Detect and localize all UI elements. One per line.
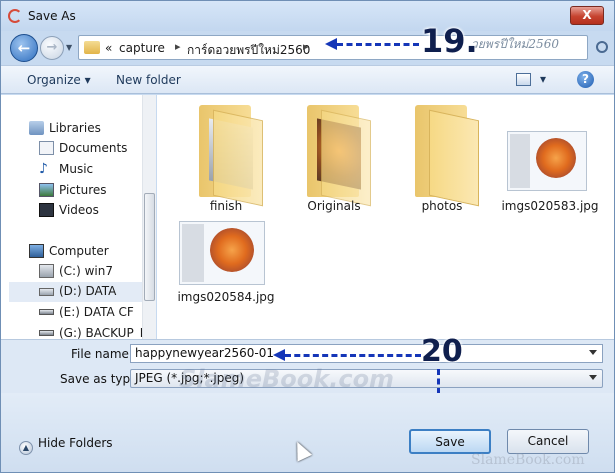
window-title: Save As [28,9,76,23]
nav-item-pictures[interactable]: Pictures [39,181,139,201]
drive-icon [39,288,54,296]
folder-item-originals[interactable]: Originals [279,95,389,215]
folder-item-finish[interactable]: finish [171,95,281,215]
annotation-step-19: 19. [421,22,478,60]
annotation-arrow-line [337,43,419,46]
save-button[interactable]: Save [409,429,491,454]
breadcrumb-separator-icon[interactable]: ▸ [303,40,309,53]
file-label: Originals [307,199,361,213]
nav-item-libraries[interactable]: Libraries [29,119,139,139]
nav-item-videos[interactable]: Videos [39,201,139,221]
music-icon: ♪ [39,161,48,177]
forward-button[interactable]: → [40,36,64,60]
nav-item-drive-g[interactable]: (G:) BACKUP_DI [39,324,152,339]
save-as-type-dropdown-icon [589,375,597,380]
scrollbar-thumb[interactable] [144,193,155,301]
libraries-icon [29,121,44,135]
search-input[interactable]: วยพรปีใหม่2560 [471,35,559,54]
watermark-text: SlameBook.com [471,452,585,468]
search-icon[interactable] [596,41,608,53]
annotation-arrow-head-icon [325,38,337,50]
file-label: imgs020584.jpg [177,290,275,304]
drive-icon [39,330,54,336]
nav-item-drive-c[interactable]: (C:) win7 [39,262,139,282]
file-name-label: File name: [71,347,133,361]
folder-icon [84,41,100,54]
pictures-icon [39,183,54,197]
view-options-dropdown-icon[interactable]: ▾ [540,72,546,86]
breadcrumb-separator-icon[interactable]: ▸ [175,40,181,53]
image-thumbnail [507,131,587,191]
help-icon[interactable]: ? [577,71,594,88]
navigation-bar: ← → ▼ « capture ▸ การ์ดอวยพรปีใหม่2560 ▸… [1,31,614,65]
file-label: photos [421,199,463,213]
nav-item-computer[interactable]: Computer [29,242,139,262]
back-button[interactable]: ← [10,34,38,62]
close-button[interactable]: X [570,6,604,25]
nav-item-documents[interactable]: Documents [39,139,139,159]
system-drive-icon [39,264,54,278]
drive-icon [39,309,54,315]
annotation-arrow-line [285,354,421,357]
computer-icon [29,244,44,258]
title-bar: Save As X [1,1,614,31]
file-list: finish Originals photos imgs020583.jpg i… [157,95,614,339]
file-label: finish [209,199,243,213]
address-history-chevron[interactable]: « [105,41,112,55]
annotation-step-20: 20 [421,334,463,369]
file-item-imgs020584[interactable]: imgs020584.jpg [171,217,281,311]
command-toolbar: Organize ▾ New folder ▾ ? [1,65,614,94]
app-icon [8,9,22,23]
navigation-scrollbar[interactable] [142,95,156,339]
collapse-icon: ▲ [19,441,33,455]
image-thumbnail [179,221,265,285]
file-item-imgs020583[interactable]: imgs020583.jpg [495,95,605,215]
organize-menu[interactable]: Organize ▾ [27,73,91,87]
annotation-arrow-head-icon [273,349,285,361]
new-folder-button[interactable]: New folder [116,73,181,87]
documents-icon [39,141,54,155]
nav-item-drive-e[interactable]: (E:) DATA CF [39,303,139,323]
watermark-text: SlameBook.com [179,365,395,393]
nav-item-music[interactable]: ♪ Music [39,160,139,180]
hide-folders-button[interactable]: ▲ Hide Folders [19,436,113,455]
file-label: imgs020583.jpg [501,199,599,213]
breadcrumb-capture[interactable]: capture [119,41,165,55]
nav-item-drive-d[interactable]: (D:) DATA [9,282,142,302]
cancel-button[interactable]: Cancel [507,429,589,454]
breadcrumb-current-folder[interactable]: การ์ดอวยพรปีใหม่2560 [187,41,310,60]
folder-item-photos[interactable]: photos [387,95,497,215]
save-as-dialog: Save As X ← → ▼ « capture ▸ การ์ดอวยพรปี… [0,0,615,473]
file-name-dropdown-icon[interactable] [589,350,597,355]
change-view-icon[interactable] [516,73,531,86]
recent-pages-dropdown-icon[interactable]: ▼ [66,43,72,52]
videos-icon [39,203,54,217]
navigation-pane: Libraries Documents ♪ Music Pictures Vid… [1,95,156,339]
